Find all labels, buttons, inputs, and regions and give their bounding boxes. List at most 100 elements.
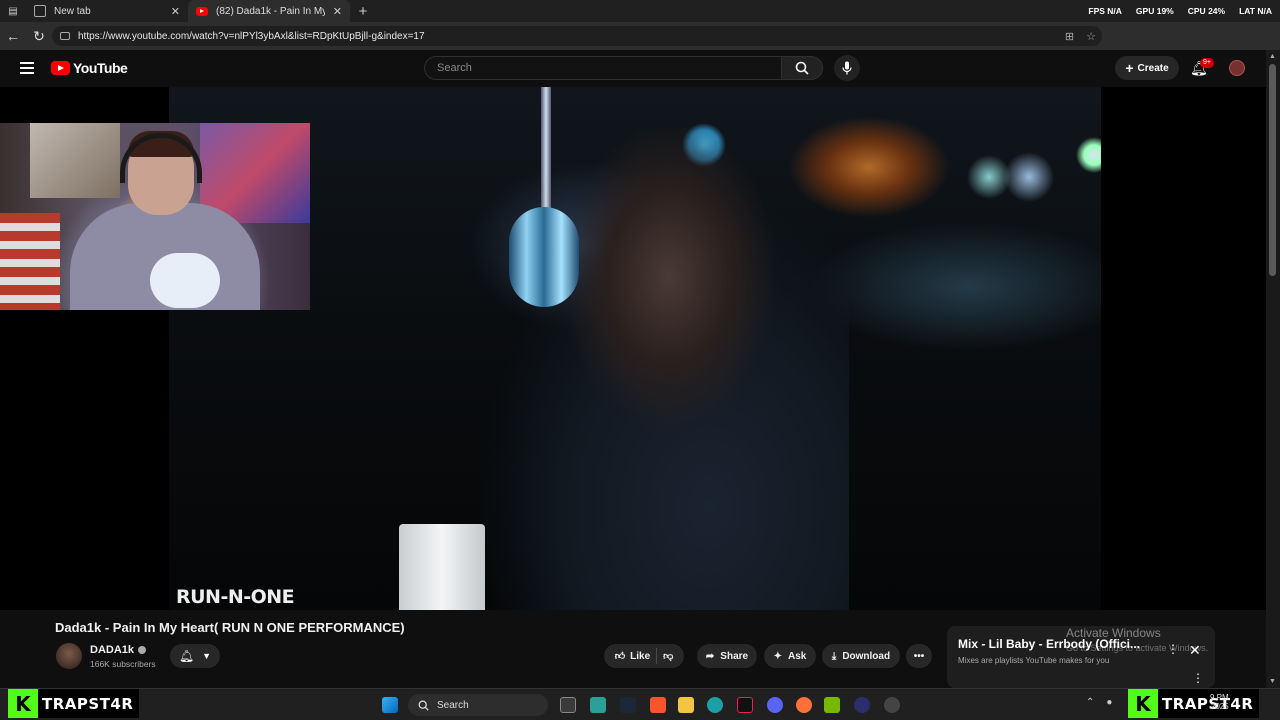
create-button[interactable]: + Create bbox=[1115, 56, 1179, 80]
search-input[interactable]: Search bbox=[424, 56, 782, 80]
search-icon bbox=[418, 700, 429, 711]
url-field[interactable]: https://www.youtube.com/watch?v=nlPYl3yb… bbox=[52, 26, 1102, 46]
kick-logo-icon: K bbox=[1128, 689, 1158, 718]
tab-close-icon[interactable]: ✕ bbox=[171, 5, 180, 18]
browser-tab-bar: ▤ New tab ✕ (82) Dada1k - Pain In My Hea… bbox=[0, 0, 1280, 22]
more-dots-icon: ••• bbox=[913, 650, 925, 662]
firefox-icon[interactable] bbox=[796, 697, 812, 713]
channel-name[interactable]: DADA1k bbox=[90, 644, 147, 656]
steam-icon[interactable] bbox=[620, 697, 636, 713]
divider bbox=[656, 648, 658, 664]
nvidia-icon[interactable] bbox=[824, 697, 840, 713]
ask-button[interactable]: ✦ Ask bbox=[764, 644, 816, 668]
back-arrow-icon[interactable]: ← bbox=[0, 22, 26, 50]
task-view-icon[interactable] bbox=[560, 697, 576, 713]
youtube-wordmark: YouTube bbox=[73, 60, 128, 76]
taskbar-search[interactable]: Search bbox=[408, 694, 548, 716]
performance-overlay: FPS N/A GPU 19% CPU 24% LAT N/A bbox=[1088, 0, 1272, 22]
activate-windows-watermark: Activate Windows bbox=[1066, 626, 1161, 640]
kick-username: TRAPST4R bbox=[42, 694, 134, 713]
youtube-favicon-icon bbox=[196, 6, 208, 16]
streamer-webcam-overlay bbox=[0, 123, 310, 310]
gpu-readout: GPU 19% bbox=[1135, 6, 1174, 16]
more-actions-button[interactable]: ••• bbox=[906, 644, 932, 668]
download-button[interactable]: ⤓ Download bbox=[822, 644, 900, 668]
download-label: Download bbox=[842, 650, 891, 662]
scroll-down-icon[interactable]: ▼ bbox=[1269, 678, 1276, 685]
thumbs-down-icon: 👎︎ bbox=[663, 651, 674, 662]
address-bar-row: ← ↻ https://www.youtube.com/watch?v=nlPY… bbox=[0, 22, 1280, 66]
mix-more-icon[interactable]: ⋮ bbox=[1192, 671, 1204, 685]
taskbar-clock[interactable]: 9 PM 2025 bbox=[1210, 693, 1229, 711]
tab-title: New tab bbox=[54, 5, 91, 17]
sparkle-icon: ✦ bbox=[773, 650, 783, 662]
lat-readout: LAT N/A bbox=[1239, 6, 1272, 16]
app-available-icon[interactable]: ⊞ bbox=[1065, 30, 1074, 43]
tab-youtube[interactable]: (82) Dada1k - Pain In My Heart( R ✕ bbox=[188, 0, 350, 22]
discord-icon[interactable] bbox=[767, 697, 783, 713]
channel-avatar[interactable] bbox=[56, 643, 82, 669]
download-icon: ⤓ bbox=[831, 650, 837, 662]
scrollbar-thumb[interactable] bbox=[1269, 64, 1276, 276]
url-actions: ⊞ ☆ bbox=[1065, 30, 1096, 43]
voice-search-button[interactable] bbox=[834, 55, 860, 81]
video-watermark: RUN-N-ONE bbox=[176, 586, 295, 608]
clock-time: 9 PM bbox=[1210, 693, 1229, 702]
favorite-star-icon[interactable]: ☆ bbox=[1086, 30, 1096, 43]
scroll-up-icon[interactable]: ▲ bbox=[1269, 53, 1276, 60]
windows-taskbar: K TRAPST4R Search ⌃ ● K TRAPST4R 9 PM 20… bbox=[0, 688, 1280, 720]
app-icon[interactable] bbox=[884, 697, 900, 713]
plus-icon: + bbox=[1125, 60, 1134, 76]
video-player[interactable]: RUN-N-ONE bbox=[0, 87, 1266, 610]
kick-logo-icon: K bbox=[8, 689, 38, 718]
file-explorer-icon[interactable] bbox=[678, 697, 694, 713]
cup-image bbox=[399, 524, 485, 610]
poster-image bbox=[30, 123, 120, 198]
edge-icon[interactable] bbox=[707, 697, 723, 713]
performer-image bbox=[429, 127, 849, 610]
tab-title: (82) Dada1k - Pain In My Heart( R bbox=[216, 5, 325, 17]
create-label: Create bbox=[1137, 62, 1169, 74]
kick-username: TRAPST4R bbox=[1162, 694, 1254, 713]
hoodie-cat-print bbox=[150, 253, 220, 308]
brave-icon[interactable] bbox=[650, 697, 666, 713]
windows-start-icon[interactable] bbox=[382, 697, 398, 713]
youtube-logo[interactable]: YouTube bbox=[51, 60, 128, 76]
reload-icon[interactable]: ↻ bbox=[26, 22, 52, 50]
new-tab-icon bbox=[34, 5, 46, 17]
account-avatar[interactable] bbox=[1229, 60, 1245, 76]
share-label: Share bbox=[720, 650, 749, 662]
cpu-readout: CPU 24% bbox=[1187, 6, 1226, 16]
clock-date: 2025 bbox=[1210, 702, 1229, 711]
share-button[interactable]: ➦ Share bbox=[697, 644, 757, 668]
page-scrollbar[interactable]: ▲ ▼ bbox=[1266, 50, 1280, 688]
taskbar-search-label: Search bbox=[437, 699, 469, 711]
menu-hamburger-icon[interactable] bbox=[20, 62, 34, 74]
tray-overflow-icon[interactable]: ⌃ bbox=[1086, 697, 1094, 708]
youtube-header: YouTube Search + Create 🔔︎ 9+ bbox=[0, 50, 1266, 87]
mix-subtitle: Mixes are playlists YouTube makes for yo… bbox=[958, 656, 1110, 665]
obs-icon[interactable] bbox=[854, 697, 870, 713]
fps-readout: FPS N/A bbox=[1088, 6, 1122, 16]
steam-tray-icon[interactable]: ● bbox=[1106, 697, 1112, 708]
tab-actions-icon[interactable]: ▤ bbox=[0, 0, 26, 22]
chevron-down-icon: ▼ bbox=[202, 651, 212, 661]
notepad-icon[interactable] bbox=[590, 697, 606, 713]
subscription-bell-button[interactable]: 🔔︎ ▼ bbox=[170, 644, 220, 668]
subscriber-count: 166K subscribers bbox=[90, 659, 156, 669]
like-label: Like bbox=[630, 650, 651, 662]
tiktok-icon[interactable] bbox=[737, 697, 753, 713]
search-button[interactable] bbox=[781, 56, 823, 80]
tab-close-icon[interactable]: ✕ bbox=[333, 5, 342, 18]
like-button[interactable]: 👍︎ Like bbox=[615, 650, 651, 663]
new-tab-button[interactable]: + bbox=[350, 0, 376, 22]
shoe-boxes-image bbox=[0, 213, 60, 310]
tab-new-tab[interactable]: New tab ✕ bbox=[26, 0, 188, 22]
search-icon bbox=[795, 61, 809, 75]
site-info-icon[interactable] bbox=[60, 32, 70, 40]
microphone-icon bbox=[842, 61, 852, 75]
dislike-button[interactable]: 👎︎ bbox=[663, 650, 673, 662]
url-text: https://www.youtube.com/watch?v=nlPYl3yb… bbox=[78, 30, 425, 42]
system-tray: ⌃ ● bbox=[1086, 697, 1112, 708]
channel-name-text: DADA1k bbox=[90, 644, 135, 656]
